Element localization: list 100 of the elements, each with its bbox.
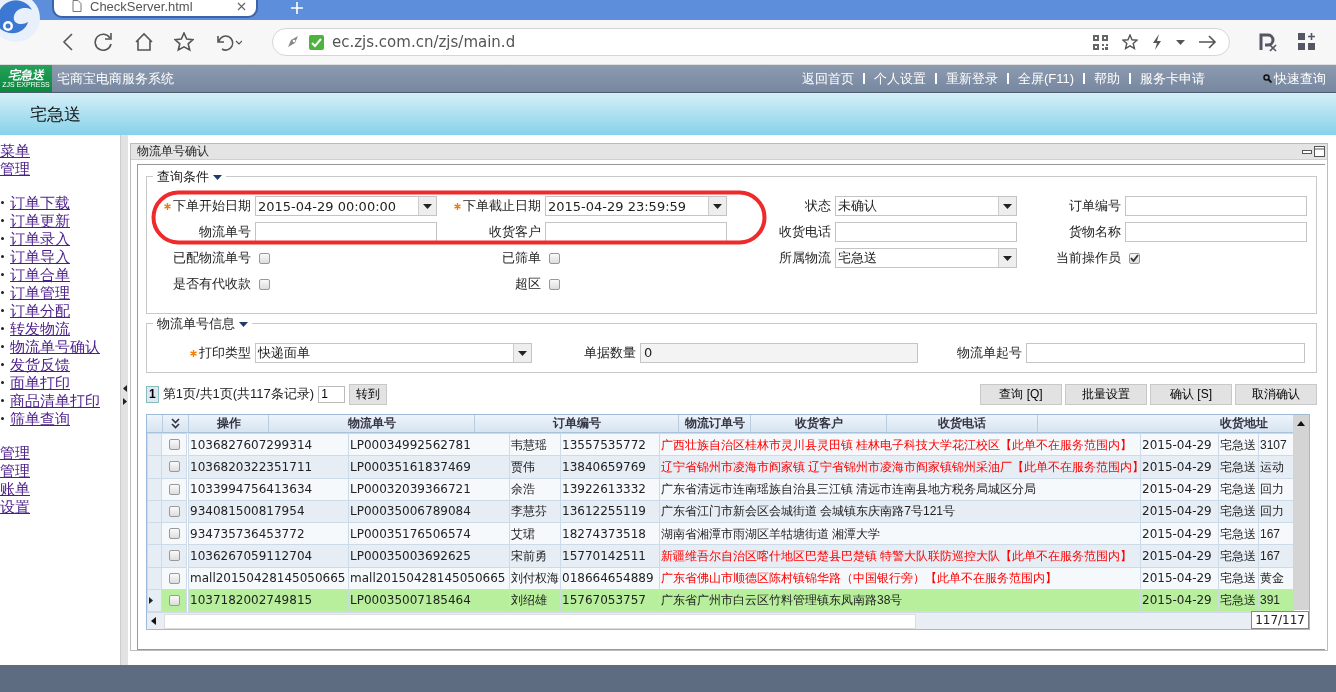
table-cell: 13612255119 [562, 504, 646, 519]
vertical-scrollbar[interactable] [1293, 415, 1309, 610]
lightning-icon[interactable] [1152, 34, 1162, 50]
action-button[interactable]: 查询 [Q] [980, 383, 1062, 405]
reload-icon[interactable] [94, 32, 114, 52]
dropdown-arrow-icon[interactable] [1003, 203, 1012, 209]
sidebar-link[interactable]: 订单录入 [10, 229, 70, 247]
row-checkbox[interactable] [168, 528, 180, 540]
star-icon[interactable] [174, 32, 194, 52]
sidebar-link[interactable]: 账单 [0, 479, 30, 497]
sidebar-link[interactable]: 订单分配 [10, 301, 70, 319]
table-cell: 1036267059112704 [190, 548, 313, 563]
input-field[interactable] [835, 222, 1017, 242]
current-row-icon [149, 596, 153, 604]
close-icon[interactable] [237, 1, 246, 11]
table-cell: 宅急送 [1220, 482, 1256, 497]
table-cell: 2015-04-29 [1142, 459, 1212, 474]
dropdown-field[interactable]: 宅急送 [835, 248, 1017, 268]
table-cell: 宅急送 [1220, 526, 1256, 541]
star-icon[interactable] [1122, 34, 1138, 50]
sidebar-link[interactable]: 商品清单打印 [10, 391, 100, 409]
row-checkbox[interactable] [168, 483, 180, 495]
action-button[interactable]: 取消确认 [1235, 383, 1317, 405]
row-checkbox[interactable] [168, 594, 180, 606]
caret-icon[interactable] [239, 321, 248, 327]
sidebar-link[interactable]: 管理 [0, 443, 30, 461]
input-field[interactable] [255, 222, 437, 242]
system-name: 宅商宝电商服务系统 [57, 69, 174, 88]
dropdown-field[interactable]: 2015-04-29 00:00:00 [255, 196, 437, 216]
sidebar-link[interactable]: 订单合单 [10, 265, 70, 283]
dropdown-field[interactable]: 快递面单 [255, 343, 532, 363]
table-cell: 黄金 [1260, 571, 1284, 586]
search-icon[interactable] [1263, 74, 1272, 83]
address-bar[interactable]: ec.zjs.com.cn/zjs/main.d [272, 28, 1230, 56]
row-checkbox[interactable] [168, 550, 180, 562]
column-header[interactable]: 物流订单号 [684, 415, 745, 432]
dropdown-arrow-icon[interactable] [713, 203, 722, 209]
page-number-button[interactable]: 1 [146, 385, 159, 403]
action-button[interactable]: 批量设置 [1065, 383, 1147, 405]
scroll-up-icon[interactable] [1297, 421, 1305, 426]
input-field[interactable] [1125, 196, 1307, 216]
dropdown-field[interactable]: 未确认 [835, 196, 1017, 216]
checkbox[interactable] [259, 278, 270, 290]
sidebar-link[interactable]: 订单导入 [10, 247, 70, 265]
checkbox[interactable] [549, 278, 560, 290]
row-checkbox[interactable] [168, 572, 180, 584]
caret-icon[interactable] [1176, 39, 1185, 45]
qr-code-icon[interactable] [1093, 34, 1108, 50]
undo-icon[interactable] [214, 32, 242, 52]
go-button[interactable]: 转到 [349, 383, 388, 405]
sidebar-link[interactable]: 订单更新 [10, 211, 70, 229]
select-all-icon[interactable] [171, 418, 180, 429]
row-checkbox[interactable] [168, 461, 180, 473]
sidebar-link[interactable]: 订单下载 [10, 193, 70, 211]
extension-icon[interactable] [1258, 32, 1278, 52]
sidebar-link[interactable]: 物流单号确认 [10, 337, 100, 355]
page-input[interactable]: 1 [318, 385, 346, 403]
dropdown-arrow-icon[interactable] [518, 350, 527, 356]
sidebar-link[interactable]: 订单管理 [10, 283, 70, 301]
secure-check-icon [309, 34, 324, 50]
scroll-left-icon[interactable] [151, 617, 156, 625]
maximize-icon[interactable] [1314, 146, 1325, 157]
sidebar-link[interactable]: 管理 [0, 159, 30, 177]
go-arrow-icon[interactable] [1199, 35, 1217, 49]
input-field[interactable] [1125, 222, 1307, 242]
checkbox[interactable] [259, 252, 270, 264]
apps-icon[interactable] [1298, 33, 1316, 51]
sidebar-link[interactable]: 转发物流 [10, 319, 70, 337]
input-field[interactable] [545, 222, 727, 242]
row-checkbox[interactable] [168, 439, 180, 451]
home-icon[interactable] [134, 32, 154, 52]
column-header[interactable]: 收货地址 [1220, 415, 1268, 432]
sidebar-link[interactable]: 筛单查询 [10, 409, 70, 427]
column-header[interactable]: 操作 [216, 415, 241, 432]
dropdown-arrow-icon[interactable] [1003, 255, 1012, 261]
expand-right-icon[interactable] [122, 398, 127, 405]
sidebar-link[interactable]: 发货反馈 [10, 355, 70, 373]
back-icon[interactable] [62, 33, 74, 51]
checkbox[interactable] [1129, 252, 1140, 264]
browser-tab[interactable]: CheckServer.html [52, 0, 258, 18]
dropdown-arrow-icon[interactable] [423, 203, 432, 209]
field-label: 是否有代收款 [173, 275, 251, 293]
column-header[interactable]: 物流单号 [347, 415, 396, 432]
input-field[interactable] [1026, 343, 1305, 363]
collapse-left-icon[interactable] [122, 385, 127, 392]
checkbox[interactable] [549, 252, 560, 264]
table-cell: 2015-04-29 [1142, 504, 1212, 519]
caret-icon[interactable] [213, 174, 222, 180]
sidebar-link[interactable]: 面单打印 [10, 373, 70, 391]
row-checkbox[interactable] [168, 505, 180, 517]
action-button[interactable]: 确认 [S] [1150, 383, 1232, 405]
dropdown-field[interactable]: 2015-04-29 23:59:59 [545, 196, 727, 216]
column-header[interactable]: 收货客户 [794, 415, 843, 432]
column-header[interactable]: 订单编号 [552, 415, 601, 432]
column-header[interactable]: 收货电话 [938, 415, 986, 432]
scroll-thumb[interactable] [164, 613, 916, 629]
sidebar-link[interactable]: 设置 [0, 497, 30, 515]
sidebar-link[interactable]: 管理 [0, 461, 30, 479]
new-tab-icon[interactable] [291, 2, 303, 14]
sidebar-link[interactable]: 菜单 [0, 141, 30, 159]
